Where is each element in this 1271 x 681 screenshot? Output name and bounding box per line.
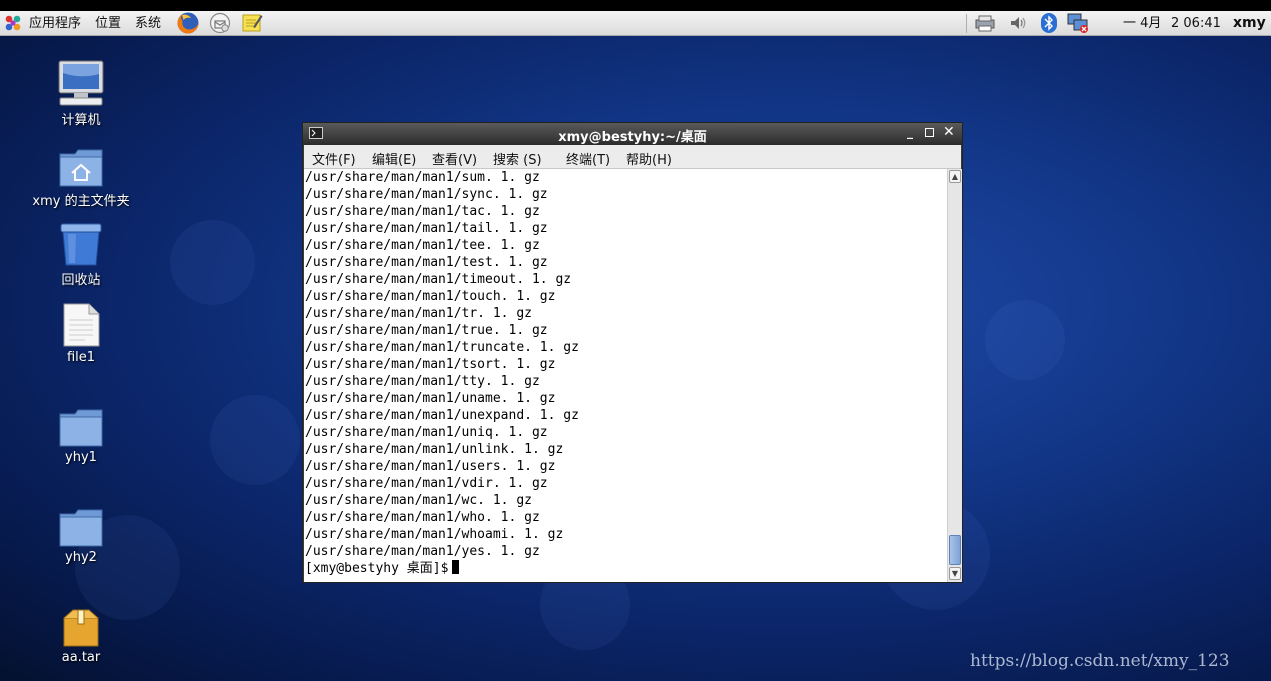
network-printer-icon[interactable]	[973, 12, 997, 34]
panel-separator	[966, 14, 967, 33]
system-menu[interactable]: 系统	[135, 11, 161, 36]
text-file-icon	[55, 298, 107, 348]
places-menu[interactable]: 位置	[95, 11, 121, 36]
firefox-launcher-icon[interactable]	[176, 12, 200, 34]
terminal-line: /usr/share/man/man1/tr. 1. gz	[305, 306, 532, 321]
terminal-line: /usr/share/man/man1/yes. 1. gz	[305, 544, 540, 559]
mail-launcher-icon[interactable]	[208, 12, 232, 34]
terminal-line: /usr/share/man/man1/users. 1. gz	[305, 459, 556, 474]
watermark: https://blog.csdn.net/xmy_123	[970, 651, 1230, 671]
notes-launcher-icon[interactable]	[240, 12, 264, 34]
clock-day[interactable]: 一 4月	[1123, 11, 1161, 36]
desktop-icon-label: file1	[66, 350, 96, 365]
terminal-line: /usr/share/man/man1/sync. 1. gz	[305, 187, 548, 202]
terminal-line: /usr/share/man/man1/sum. 1. gz	[305, 170, 540, 185]
terminal-line: /usr/share/man/man1/timeout. 1. gz	[305, 272, 572, 287]
terminal-line: /usr/share/man/man1/uname. 1. gz	[305, 391, 556, 406]
text-cursor	[452, 560, 460, 574]
scroll-up-icon[interactable]: ▲	[949, 170, 961, 183]
applications-menu-icon[interactable]	[1, 12, 25, 34]
menu-file[interactable]: 文件(F)	[312, 149, 356, 168]
terminal-titlebar[interactable]: xmy@bestyhy:~/桌面 _ ✕	[303, 123, 962, 145]
background-bubble	[985, 300, 1065, 380]
menu-edit[interactable]: 编辑(E)	[372, 149, 416, 168]
desktop-icon-label: 回收站	[61, 273, 101, 288]
desktop-icon-label: aa.tar	[61, 650, 101, 665]
terminal-prompt-line[interactable]: [xmy@bestyhy 桌面]$	[304, 560, 947, 577]
terminal-line: /usr/share/man/man1/tty. 1. gz	[305, 374, 540, 389]
terminal-line: /usr/share/man/man1/tee. 1. gz	[305, 238, 540, 253]
applications-menu[interactable]: 应用程序	[29, 11, 81, 36]
network-disconnected-icon[interactable]	[1066, 12, 1090, 34]
trash-icon	[55, 217, 107, 267]
terminal-prompt: [xmy@bestyhy 桌面]$	[305, 561, 449, 576]
desktop-icon-label: 计算机	[61, 113, 101, 128]
background-bubble	[210, 395, 300, 485]
menu-view[interactable]: 查看(V)	[432, 149, 477, 168]
archive-icon	[55, 598, 107, 648]
menu-terminal[interactable]: 终端(T)	[566, 149, 610, 168]
terminal-lines: /usr/share/man/man1/sum. 1. gz/usr/share…	[304, 169, 947, 560]
minimize-icon[interactable]: _	[907, 125, 913, 139]
computer-icon	[55, 57, 107, 107]
bluetooth-icon[interactable]	[1037, 12, 1061, 34]
background-bubble	[170, 220, 255, 305]
terminal-scrollbar[interactable]: ▲ ▼	[947, 169, 962, 582]
menu-help[interactable]: 帮助(H)	[626, 149, 672, 168]
desktop-icon-label: xmy 的主文件夹	[32, 194, 130, 209]
desktop-icon-file1[interactable]: file1	[26, 298, 136, 365]
desktop-icon-computer[interactable]: 计算机	[26, 57, 136, 128]
desktop-icon-yhy2[interactable]: yhy2	[26, 498, 136, 565]
desktop-icon-aa-tar[interactable]: aa.tar	[26, 598, 136, 665]
terminal-line: /usr/share/man/man1/tsort. 1. gz	[305, 357, 556, 372]
terminal-line: /usr/share/man/man1/truncate. 1. gz	[305, 340, 579, 355]
scroll-down-icon[interactable]: ▼	[949, 567, 961, 580]
maximize-icon[interactable]	[925, 128, 934, 137]
folder-icon	[55, 398, 107, 448]
clock-time[interactable]: 2 06:41	[1171, 11, 1221, 36]
top-panel: 应用程序 位置 系统 一 4月 2 06:41 xmy	[0, 11, 1271, 36]
terminal-output[interactable]: /usr/share/man/man1/sum. 1. gz/usr/share…	[304, 169, 947, 582]
desktop-icon-label: yhy2	[65, 550, 97, 565]
folder-icon	[55, 498, 107, 548]
scrollbar-thumb[interactable]	[949, 535, 961, 565]
terminal-menubar: 文件(F) 编辑(E) 查看(V) 搜索 (S) 终端(T) 帮助(H)	[304, 145, 961, 169]
terminal-line: /usr/share/man/man1/true. 1. gz	[305, 323, 548, 338]
terminal-line: /usr/share/man/man1/test. 1. gz	[305, 255, 548, 270]
desktop-icon-home-folder[interactable]: xmy 的主文件夹	[26, 138, 136, 209]
terminal-title: xmy@bestyhy:~/桌面	[558, 130, 707, 145]
terminal-line: /usr/share/man/man1/touch. 1. gz	[305, 289, 556, 304]
terminal-line: /usr/share/man/man1/unexpand. 1. gz	[305, 408, 579, 423]
desktop-icon-trash[interactable]: 回收站	[26, 217, 136, 288]
terminal-line: /usr/share/man/man1/unlink. 1. gz	[305, 442, 564, 457]
menu-search[interactable]: 搜索 (S)	[493, 149, 542, 168]
user-name[interactable]: xmy	[1233, 11, 1266, 36]
desktop-icon-yhy1[interactable]: yhy1	[26, 398, 136, 465]
terminal-window: xmy@bestyhy:~/桌面 _ ✕ 文件(F) 编辑(E) 查看(V) 搜…	[302, 122, 963, 583]
volume-icon[interactable]	[1006, 12, 1030, 34]
desktop-icon-label: yhy1	[65, 450, 97, 465]
home-folder-icon	[55, 138, 107, 188]
terminal-line: /usr/share/man/man1/whoami. 1. gz	[305, 527, 564, 542]
terminal-line: /usr/share/man/man1/wc. 1. gz	[305, 493, 532, 508]
terminal-line: /usr/share/man/man1/who. 1. gz	[305, 510, 540, 525]
terminal-line: /usr/share/man/man1/tac. 1. gz	[305, 204, 540, 219]
top-black-strip	[0, 0, 1271, 11]
close-icon[interactable]: ✕	[943, 124, 955, 140]
terminal-line: /usr/share/man/man1/vdir. 1. gz	[305, 476, 548, 491]
terminal-line: /usr/share/man/man1/uniq. 1. gz	[305, 425, 548, 440]
terminal-line: /usr/share/man/man1/tail. 1. gz	[305, 221, 548, 236]
